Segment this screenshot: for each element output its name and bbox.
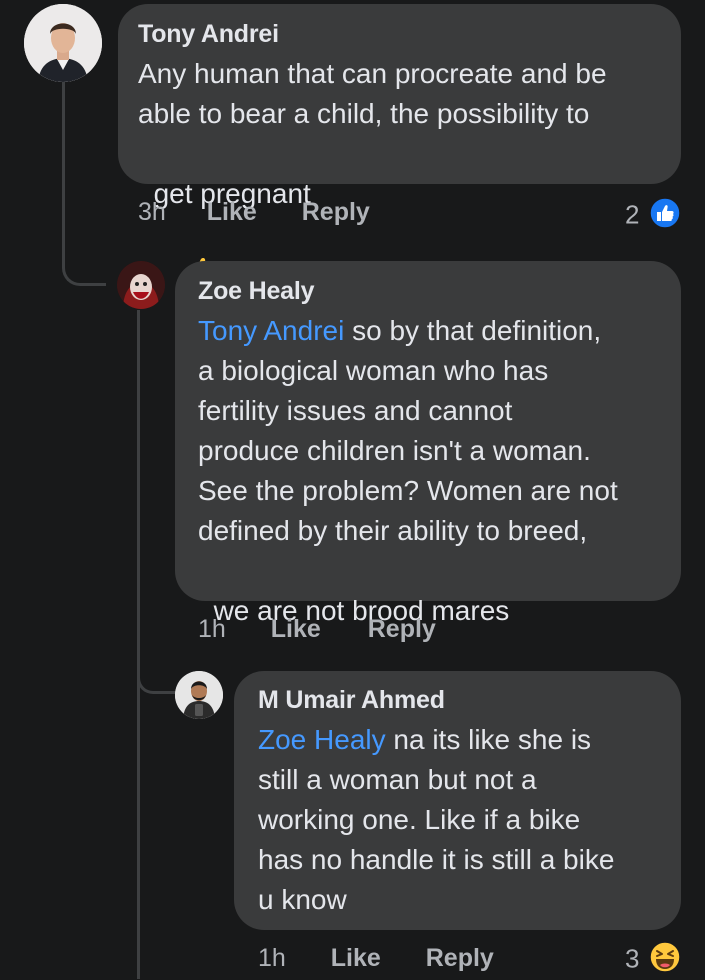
comment-text-line: fertility issues and cannot xyxy=(198,395,513,426)
avatar[interactable] xyxy=(24,4,102,82)
comment-author[interactable]: M Umair Ahmed xyxy=(258,686,445,715)
comment-author[interactable]: Tony Andrei xyxy=(138,20,279,49)
reaction-count: 2 xyxy=(625,199,640,230)
laughing-reaction-icon xyxy=(648,941,681,980)
person-avatar-image xyxy=(24,4,102,82)
like-button[interactable]: Like xyxy=(207,198,257,226)
comment-time[interactable]: 3h xyxy=(138,198,166,226)
person-avatar-image xyxy=(117,261,165,309)
comment-text-line: See the problem? Women are not xyxy=(198,475,618,506)
comment-time[interactable]: 1h xyxy=(258,944,286,972)
comment-text-line: produce children isn't a woman. xyxy=(198,435,591,466)
reaction-count: 3 xyxy=(625,943,640,974)
comment-text-line: u know xyxy=(258,884,347,915)
reply-button[interactable]: Reply xyxy=(302,198,370,226)
like-button[interactable]: Like xyxy=(331,944,381,972)
comment-text-line: Any human that can procreate and be xyxy=(138,58,607,89)
comment-text-line: working one. Like if a bike xyxy=(258,804,581,835)
comment-text-line: has no handle it is still a bike xyxy=(258,844,615,875)
comment-time[interactable]: 1h xyxy=(198,615,226,643)
thread-line xyxy=(137,310,140,979)
comment-text-line: defined by their ability to breed, xyxy=(198,515,588,546)
mention-link[interactable]: Zoe Healy xyxy=(258,724,386,755)
like-reaction-icon xyxy=(648,197,681,236)
reaction-summary[interactable]: 3 xyxy=(625,941,681,980)
reaction-summary[interactable]: 2 xyxy=(625,197,681,236)
avatar[interactable] xyxy=(175,671,223,719)
person-avatar-image xyxy=(175,671,223,719)
reply-button[interactable]: Reply xyxy=(368,615,436,643)
comment-meta: 1h Like Reply xyxy=(258,944,494,973)
thread-line xyxy=(62,78,65,263)
comment-text-line: Zoe Healy na its like she is xyxy=(258,720,591,760)
comment-text-line: a biological woman who has xyxy=(198,355,549,386)
comment-text: so by that definition, xyxy=(344,315,602,346)
thread-connector xyxy=(62,250,106,286)
comment-text-line: able to bear a child, the possibility to xyxy=(138,98,590,129)
comment-author[interactable]: Zoe Healy xyxy=(198,277,315,306)
like-button[interactable]: Like xyxy=(271,615,321,643)
comment-text-line: Tony Andrei so by that definition, xyxy=(198,311,601,351)
comment-meta: 3h Like Reply xyxy=(138,198,370,227)
mention-link[interactable]: Tony Andrei xyxy=(198,315,344,346)
comment-text: na its like she is xyxy=(385,724,592,755)
comment-meta: 1h Like Reply xyxy=(198,615,436,644)
reply-button[interactable]: Reply xyxy=(426,944,494,972)
avatar[interactable] xyxy=(117,261,165,309)
comment-text-line: still a woman but not a xyxy=(258,764,537,795)
thread-connector xyxy=(137,660,175,694)
